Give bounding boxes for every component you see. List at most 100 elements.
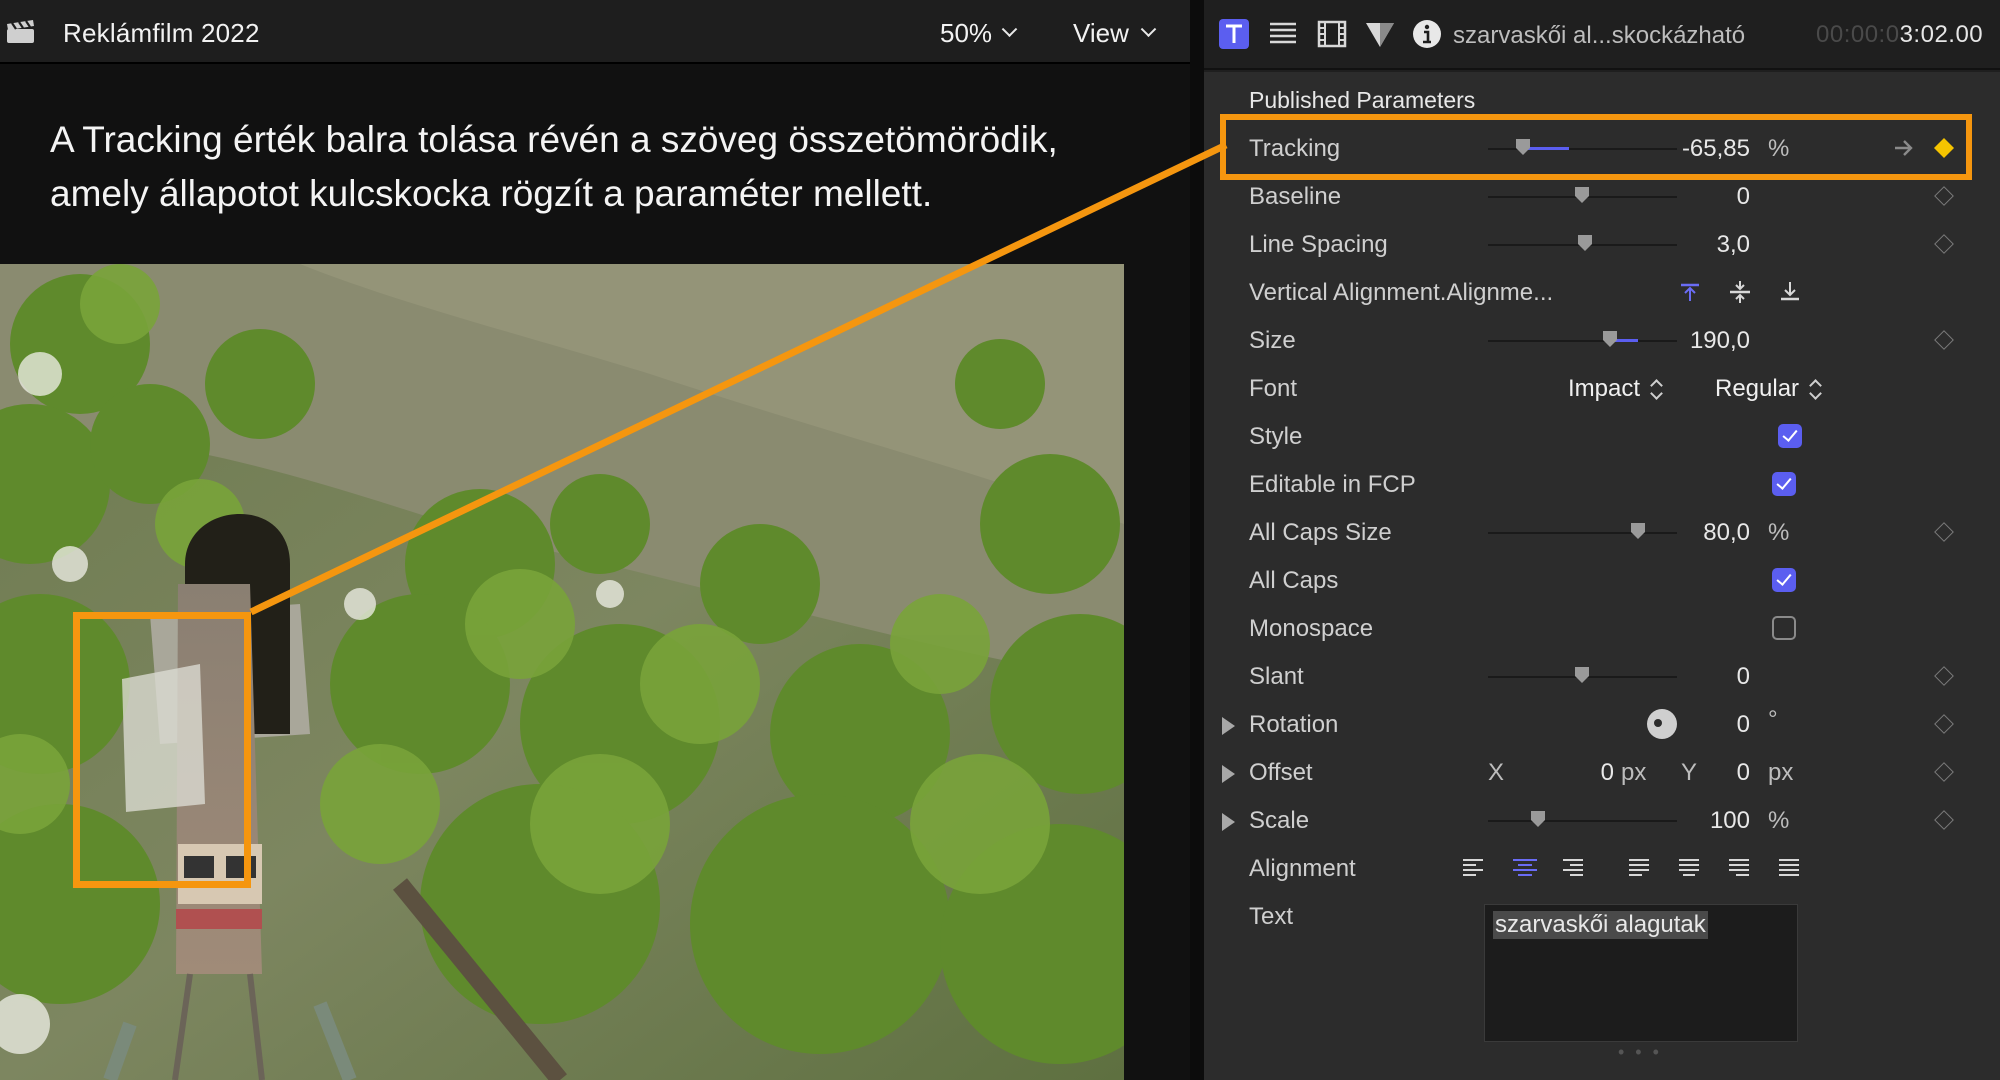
- all-caps-checkbox[interactable]: [1772, 568, 1796, 592]
- align-middle-icon[interactable]: [1728, 280, 1752, 304]
- timecode: 00:00:03:02.00: [1816, 21, 1983, 49]
- param-value[interactable]: 0: [1630, 183, 1750, 211]
- view-menu[interactable]: View: [1073, 18, 1157, 49]
- highlight-box-tracking: [1220, 114, 1972, 180]
- param-value[interactable]: 100: [1630, 807, 1750, 835]
- section-title: Published Parameters: [1249, 87, 1476, 113]
- inspector-panel: szarvaskői al...skockázható 00:00:03:02.…: [1204, 0, 2000, 1080]
- zoom-menu[interactable]: 50%: [940, 18, 1018, 49]
- text-field-value: szarvaskői alagutak: [1493, 911, 1708, 939]
- align-right-icon[interactable]: [1562, 858, 1584, 878]
- info-icon[interactable]: [1411, 18, 1443, 50]
- font-style-value: Regular: [1715, 375, 1800, 402]
- project-title: Reklámfilm 2022: [63, 18, 260, 48]
- slider-knob[interactable]: [1530, 810, 1546, 828]
- justify-left-icon[interactable]: [1628, 858, 1650, 878]
- param-label: Size: [1249, 327, 1296, 354]
- param-label: Alignment: [1249, 855, 1356, 882]
- caption-line: amely állapotot kulcskocka rögzít a para…: [50, 173, 933, 214]
- keyframe-icon[interactable]: [1934, 666, 1954, 686]
- highlight-box-title: [73, 612, 251, 888]
- keyframe-icon[interactable]: [1934, 186, 1954, 206]
- align-center-icon[interactable]: [1512, 858, 1538, 878]
- offset-y-unit: px: [1768, 759, 1794, 786]
- slider-knob[interactable]: [1574, 186, 1590, 204]
- text-inspector-icon[interactable]: [1218, 18, 1250, 50]
- slider-knob[interactable]: [1602, 330, 1618, 348]
- inspector-header: szarvaskői al...skockázható 00:00:03:02.…: [1204, 0, 2000, 70]
- justify-right-icon[interactable]: [1728, 858, 1750, 878]
- param-label: Editable in FCP: [1249, 471, 1416, 498]
- param-label: Text: [1249, 903, 1294, 930]
- film-icon[interactable]: [1316, 18, 1348, 50]
- font-family-popup[interactable]: Impact: [1568, 375, 1662, 403]
- param-value[interactable]: 3,0: [1630, 231, 1750, 259]
- param-label: Font: [1249, 375, 1298, 402]
- viewer-toolbar: Reklámfilm 2022 50% View: [0, 0, 1190, 64]
- font-style-popup[interactable]: Regular: [1715, 375, 1821, 403]
- param-row-all-caps: All Caps: [1204, 556, 2000, 604]
- zoom-label: 50%: [940, 18, 993, 48]
- param-row-alignment: Alignment: [1204, 844, 2000, 892]
- align-left-icon[interactable]: [1462, 858, 1484, 878]
- view-label: View: [1073, 18, 1129, 48]
- updown-chevron-icon: [1650, 379, 1662, 399]
- disclosure-triangle-icon[interactable]: [1222, 717, 1235, 735]
- param-label: Style: [1249, 423, 1303, 450]
- offset-y-value[interactable]: 0: [1630, 759, 1750, 787]
- param-row-font: Font Impact Regular: [1204, 364, 2000, 412]
- keyframe-icon[interactable]: [1934, 810, 1954, 830]
- keyframe-icon[interactable]: [1934, 522, 1954, 542]
- param-unit: %: [1768, 519, 1790, 546]
- keyframe-icon[interactable]: [1934, 714, 1954, 734]
- clip-name: szarvaskői al...skockázható: [1453, 22, 1746, 49]
- param-row-all-caps-size: All Caps Size 80,0 %: [1204, 508, 2000, 556]
- param-row-vertical-alignment: Vertical Alignment.Alignme...: [1204, 268, 2000, 316]
- align-bottom-icon[interactable]: [1778, 280, 1802, 302]
- param-row-size: Size 190,0: [1204, 316, 2000, 364]
- param-label: Monospace: [1249, 615, 1374, 642]
- resize-handle[interactable]: • • •: [1618, 1042, 1662, 1063]
- param-value[interactable]: 0: [1630, 711, 1750, 739]
- slider-knob[interactable]: [1577, 234, 1593, 252]
- param-row-style: Style: [1204, 412, 2000, 460]
- param-label: All Caps Size: [1249, 519, 1392, 546]
- monospace-checkbox[interactable]: [1772, 616, 1796, 640]
- param-label: Line Spacing: [1249, 231, 1388, 258]
- chevron-down-icon: [1140, 21, 1157, 38]
- justify-full-icon[interactable]: [1778, 858, 1800, 878]
- keyframe-icon[interactable]: [1934, 330, 1954, 350]
- param-row-offset: Offset X 0 px Y 0 px: [1204, 748, 2000, 796]
- annotation-caption: A Tracking érték balra tolása révén a sz…: [50, 113, 1150, 221]
- param-row-scale: Scale 100 %: [1204, 796, 2000, 844]
- param-row-rotation: Rotation 0 °: [1204, 700, 2000, 748]
- editable-checkbox[interactable]: [1772, 472, 1796, 496]
- param-value[interactable]: 190,0: [1630, 327, 1750, 355]
- param-label: Vertical Alignment.Alignme...: [1249, 279, 1554, 306]
- offset-x-value[interactable]: 0: [1544, 759, 1614, 787]
- disclosure-triangle-icon[interactable]: [1222, 813, 1235, 831]
- timecode-dim: 00:00:0: [1816, 21, 1900, 48]
- param-label: Offset: [1249, 759, 1313, 786]
- chevron-down-icon: [1001, 21, 1018, 38]
- text-field[interactable]: szarvaskői alagutak: [1484, 904, 1798, 1042]
- filter-icon[interactable]: [1364, 18, 1396, 50]
- param-label: Slant: [1249, 663, 1304, 690]
- keyframe-icon[interactable]: [1934, 234, 1954, 254]
- parameters-area: Published Parameters Tracking -65,85 % B…: [1204, 72, 2000, 1080]
- panel-divider[interactable]: [1190, 0, 1204, 1080]
- align-top-icon[interactable]: [1678, 282, 1702, 304]
- disclosure-triangle-icon[interactable]: [1222, 765, 1235, 783]
- slider-knob[interactable]: [1574, 666, 1590, 684]
- param-value[interactable]: 0: [1630, 663, 1750, 691]
- param-row-monospace: Monospace: [1204, 604, 2000, 652]
- keyframe-icon[interactable]: [1934, 762, 1954, 782]
- style-checkbox[interactable]: [1778, 424, 1802, 448]
- updown-chevron-icon: [1809, 379, 1821, 399]
- paragraph-icon[interactable]: [1267, 18, 1299, 50]
- param-unit: °: [1768, 706, 1778, 733]
- param-value[interactable]: 80,0: [1630, 519, 1750, 547]
- param-label: All Caps: [1249, 567, 1339, 594]
- param-unit: %: [1768, 807, 1790, 834]
- justify-center-icon[interactable]: [1678, 858, 1700, 878]
